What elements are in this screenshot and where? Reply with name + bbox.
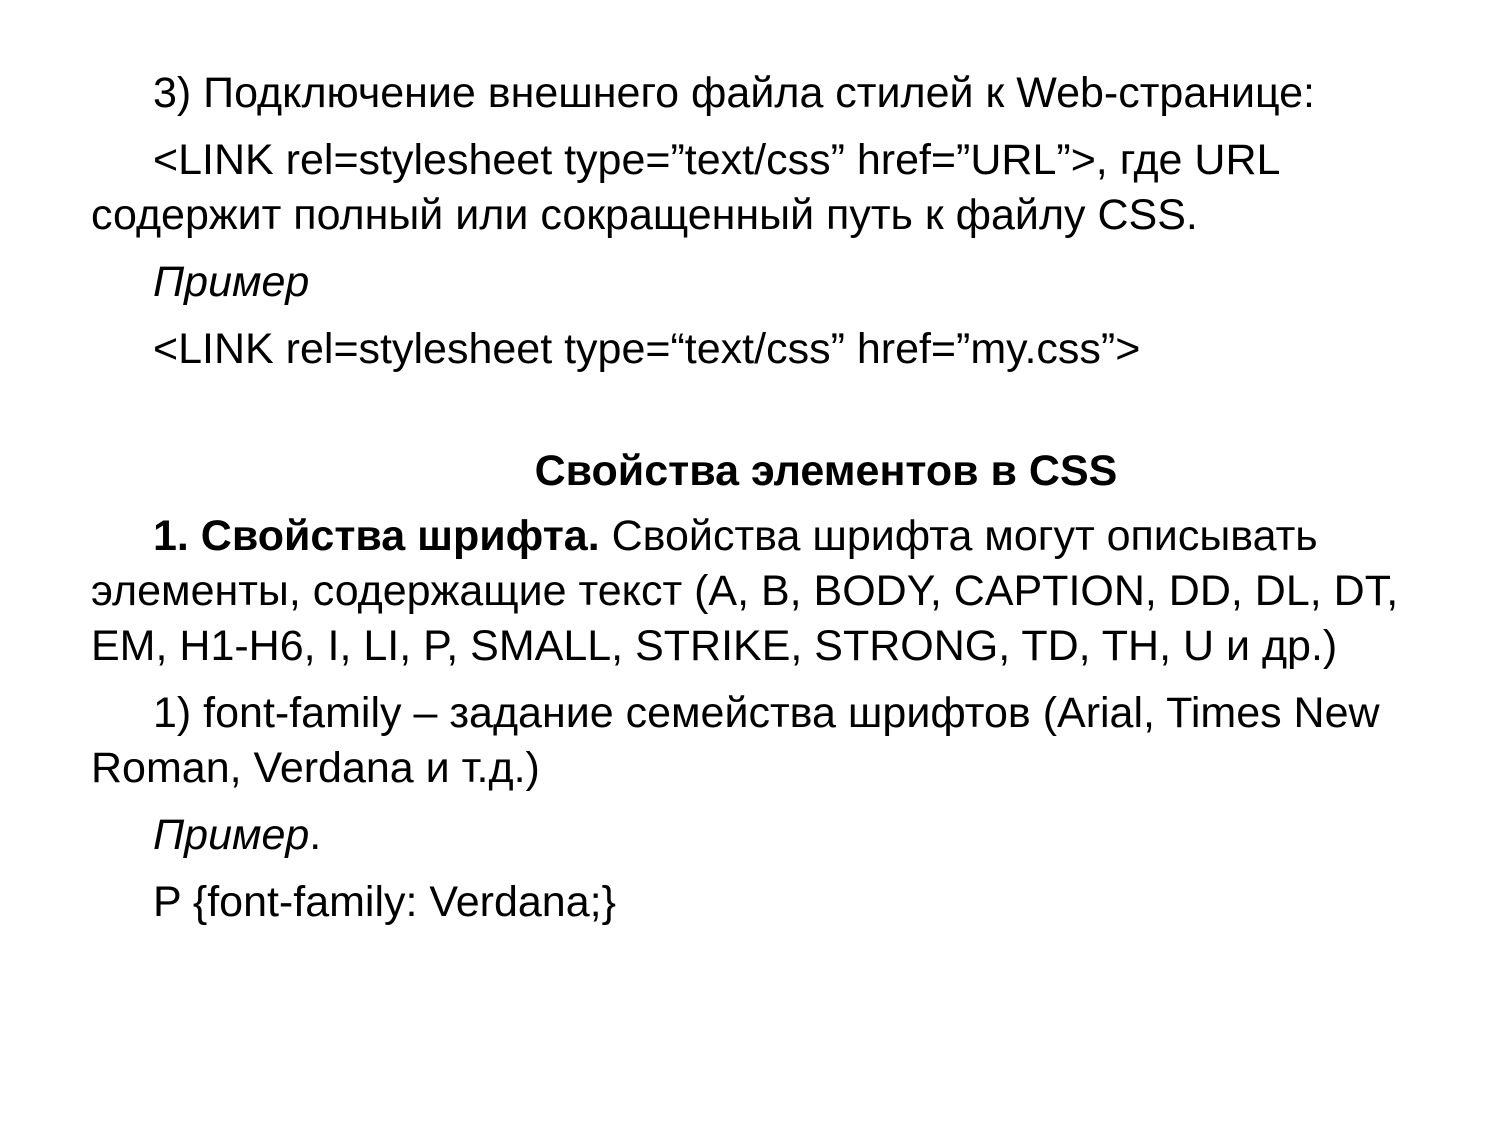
- paragraph-external-stylesheet: 3) Подключение внешнего файла стилей к W…: [153, 69, 1316, 117]
- example-label-2-text: Пример: [153, 811, 310, 859]
- paragraph-font-family: 1) font-family – задание семейства шрифт…: [91, 689, 1380, 792]
- example-label-text: Пример: [153, 258, 310, 306]
- paragraph-link-syntax: <LINK rel=stylesheet type=”text/css” hre…: [91, 136, 1279, 239]
- paragraph-link-example: <LINK rel=stylesheet type=“text/css” hre…: [153, 325, 1141, 373]
- example-label-2-suffix: .: [309, 811, 322, 859]
- paragraph-font-properties: 1. Свойства шрифта. Свойства шрифта могу…: [91, 509, 1421, 674]
- slide-content: 3) Подключение внешнего файла стилей к W…: [91, 66, 1421, 942]
- example-label: Пример: [91, 255, 1421, 310]
- section-heading: Свойства элементов в CSS: [534, 447, 1118, 495]
- example-label-2: Пример.: [91, 808, 1421, 863]
- paragraph-font-family-example: P {font-family: Verdana;}: [153, 878, 616, 926]
- font-properties-title: 1. Свойства шрифта.: [153, 512, 600, 560]
